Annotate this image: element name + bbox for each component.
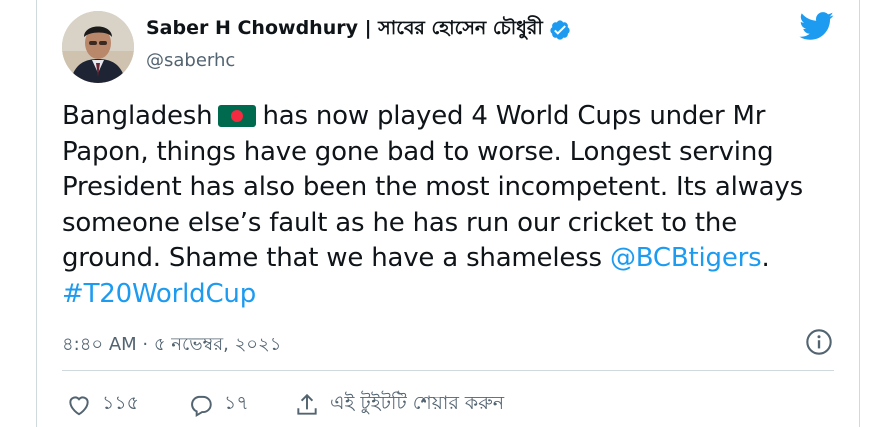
mention-link[interactable]: @BCBtigers bbox=[610, 243, 762, 273]
author-name[interactable]: Saber H Chowdhury | সাবের হোসেন চৌধুরী bbox=[146, 14, 543, 46]
heart-icon bbox=[69, 396, 89, 416]
tweet-line-1: Bangladesh has now played 4 World Cups un… bbox=[62, 99, 842, 135]
reply-count: ১৭ bbox=[224, 392, 249, 414]
tweet-line-5: ground. Shame that we have a shameless @… bbox=[62, 241, 842, 277]
like-button[interactable]: ১১৫ bbox=[66, 389, 188, 421]
hashtag-link[interactable]: #T20WorldCup bbox=[62, 279, 256, 309]
tweet-actions: ১১৫ ১৭ এই টুইটটি শেয়ার করুন bbox=[66, 389, 504, 421]
like-count: ১১৫ bbox=[102, 392, 139, 414]
tweet-text-part: Bangladesh bbox=[62, 101, 213, 131]
share-label: এই টুইটটি শেয়ার করুন bbox=[330, 392, 505, 414]
tweet-text-part: . bbox=[761, 243, 770, 273]
tweet-text-part: ground. Shame that we have a shameless bbox=[62, 243, 602, 273]
tweet-timestamp[interactable]: ৪:৪০ AM · ৫ নভেম্বর, ২০২১ bbox=[62, 330, 281, 361]
info-icon[interactable] bbox=[805, 328, 833, 356]
twitter-bird-icon[interactable] bbox=[798, 11, 834, 41]
verified-badge-icon bbox=[550, 20, 570, 40]
author-row: Saber H Chowdhury | সাবের হোসেন চৌধুরী bbox=[146, 17, 571, 43]
tweet-line-3: President has also been the most incompe… bbox=[62, 172, 803, 202]
tweet-line-4: someone else’s fault as he has run our c… bbox=[62, 207, 737, 238]
bangladesh-flag-emoji bbox=[218, 105, 257, 127]
share-button[interactable]: এই টুইটটি শেয়ার করুন bbox=[294, 389, 504, 421]
divider bbox=[62, 370, 834, 371]
avatar[interactable] bbox=[62, 11, 134, 83]
tweet-text: Bangladesh has now played 4 World Cups un… bbox=[62, 99, 842, 312]
author-handle[interactable]: @saberhc bbox=[146, 50, 235, 71]
reply-icon bbox=[191, 395, 212, 418]
share-icon bbox=[297, 393, 317, 415]
tweet-text-part: has now played 4 World Cups under Mr bbox=[262, 101, 766, 131]
reply-button[interactable]: ১৭ bbox=[188, 389, 294, 421]
tweet-line-2: Papon, things have gone bad to worse. Lo… bbox=[62, 136, 774, 167]
tweet-line-6: #T20WorldCup bbox=[62, 277, 842, 313]
